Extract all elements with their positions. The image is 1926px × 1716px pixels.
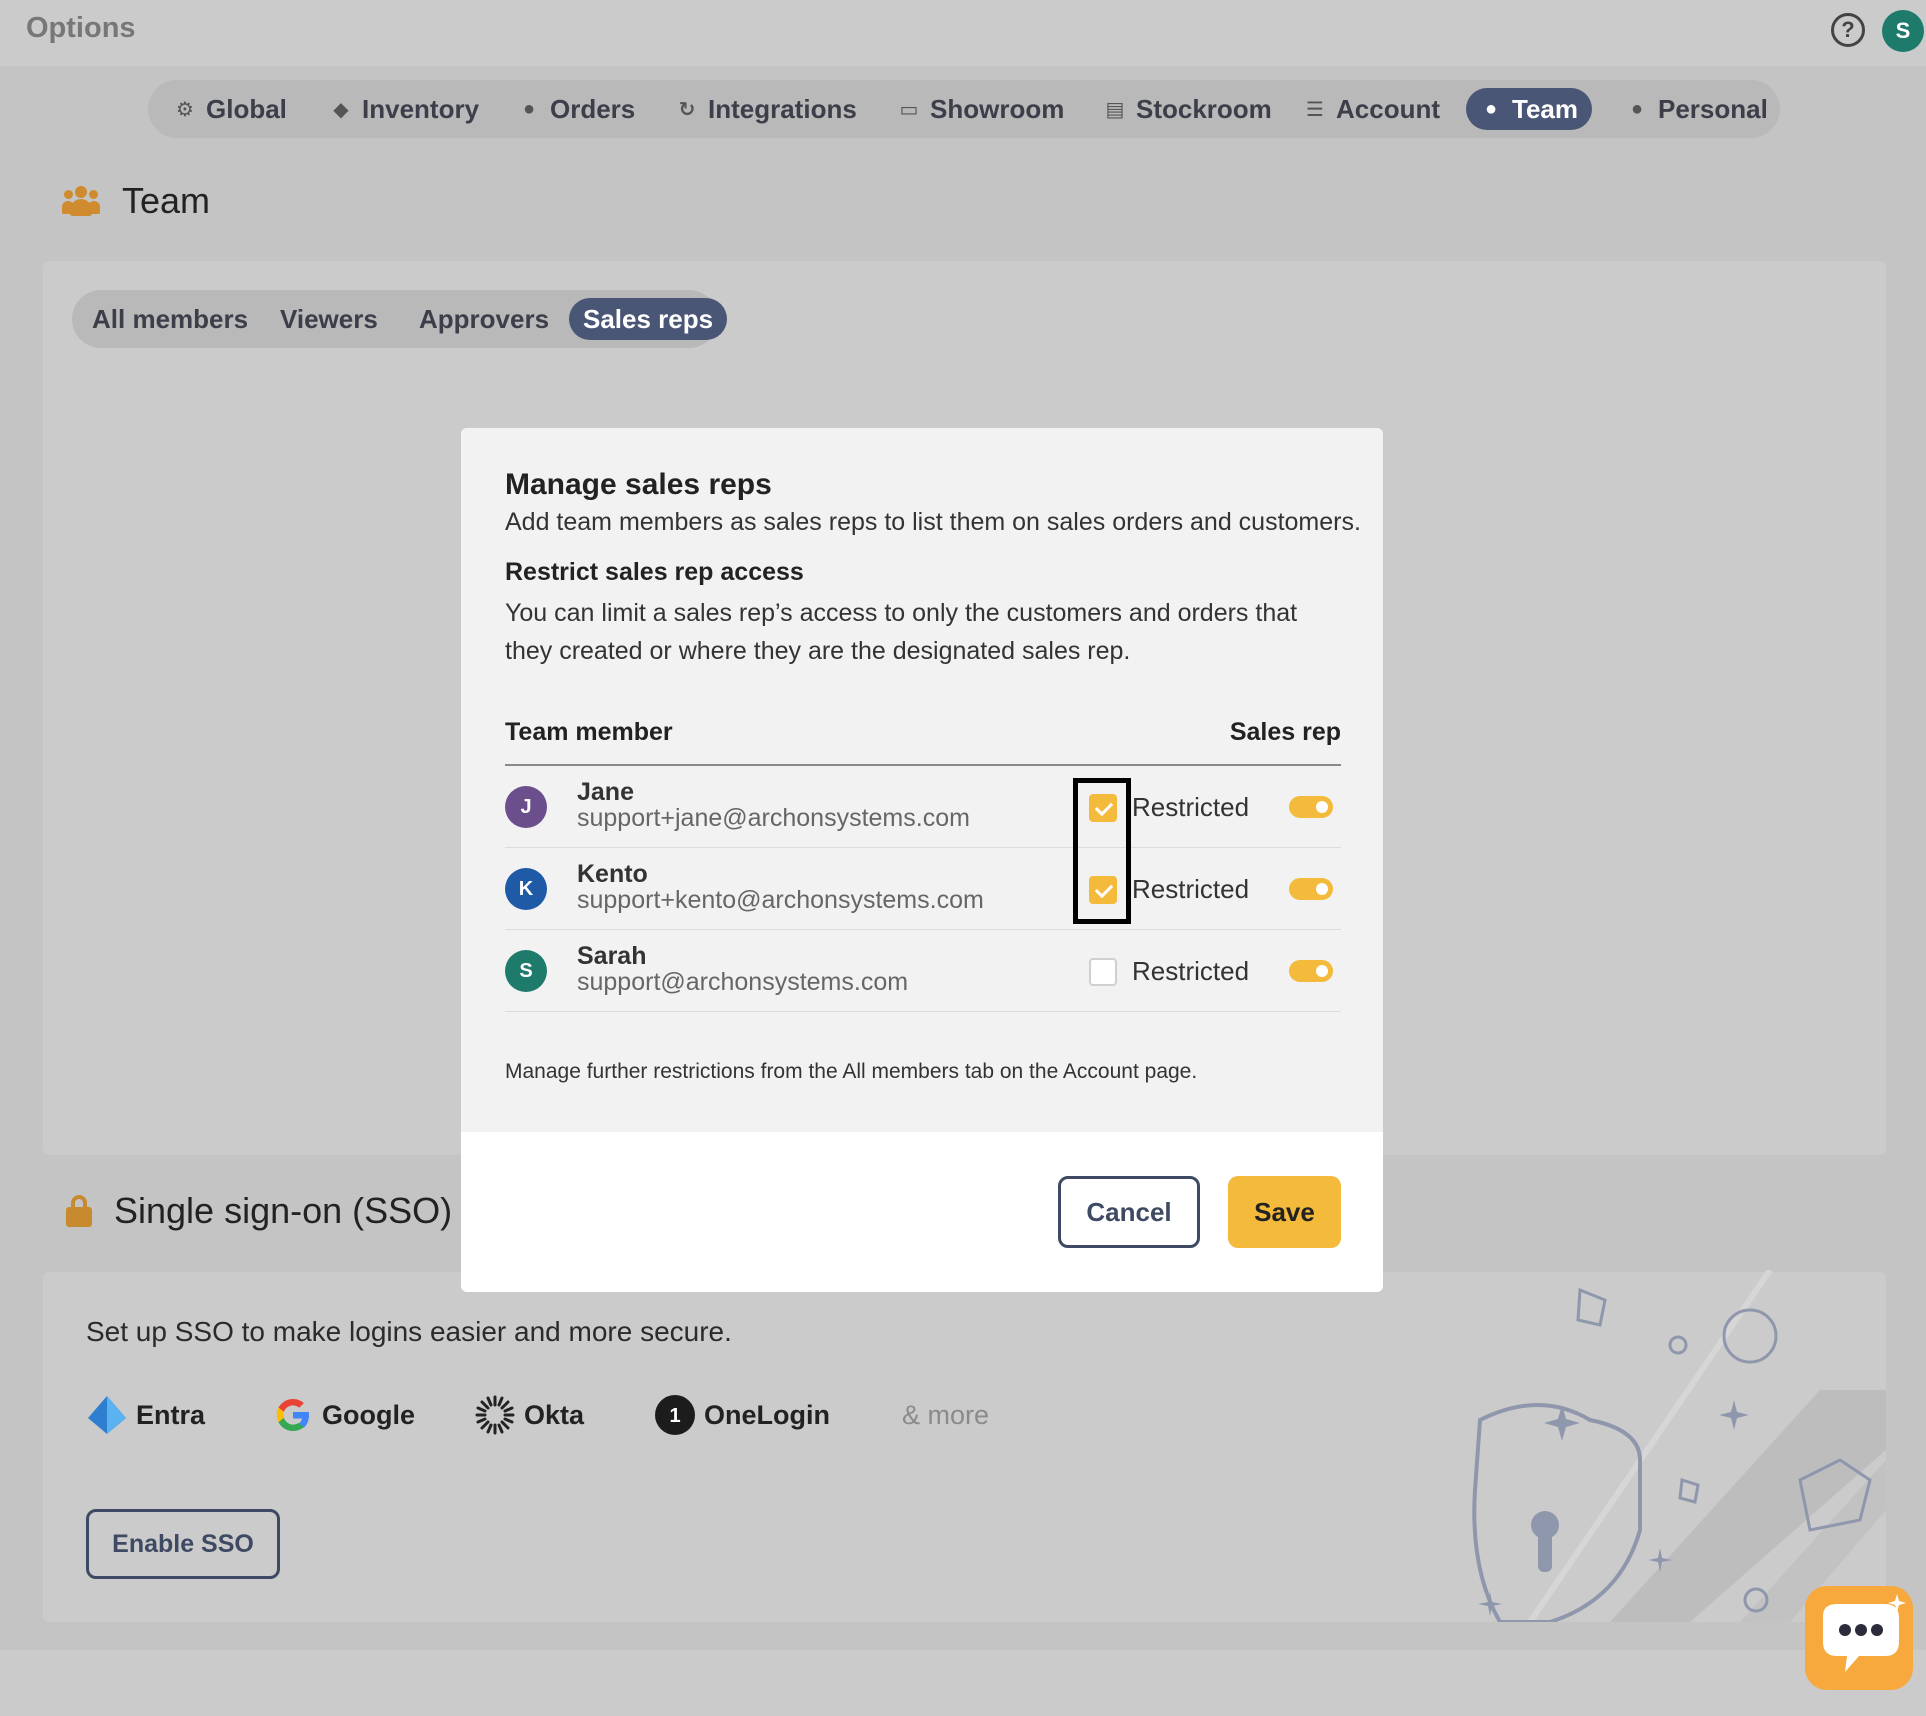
sso-title: Single sign-on (SSO): [114, 1190, 453, 1231]
bottom-strip: [0, 1650, 1926, 1716]
tab-orders[interactable]: ● Orders: [504, 88, 649, 130]
top-bar: Options ? S: [0, 0, 1926, 66]
laptop-icon: ▭: [899, 98, 919, 121]
box-icon: ◆: [333, 98, 349, 121]
member-email: support+kento@archonsystems.com: [577, 886, 984, 914]
chat-bubble-icon: [1823, 1594, 1906, 1672]
team-subtabs: All members Viewers Approvers Sales reps: [72, 290, 728, 348]
shield-illustration-icon: [1472, 1270, 1886, 1622]
provider-onelogin: 1 OneLogin: [654, 1392, 830, 1438]
provider-more: & more: [902, 1399, 990, 1430]
cancel-button[interactable]: Cancel: [1058, 1176, 1200, 1248]
provider-entra: Entra: [86, 1392, 205, 1438]
restricted-label: Restricted: [1132, 956, 1250, 986]
sso-description: Set up SSO to make logins easier and mor…: [86, 1316, 732, 1347]
lock-icon: [66, 1195, 92, 1227]
tab-showroom[interactable]: ▭ Showroom: [884, 88, 1078, 130]
member-row-kento: K Kento support+kento@archonsystems.com …: [505, 848, 1341, 930]
tab-integrations[interactable]: ↻ Integrations: [662, 88, 871, 130]
col-sales-rep: Sales rep: [1229, 718, 1341, 746]
provider-google: Google: [272, 1392, 415, 1438]
subtab-all-members[interactable]: All members: [78, 298, 262, 340]
member-row-sarah: S Sarah support@archonsystems.com Restri…: [505, 930, 1341, 1012]
member-name: Sarah: [577, 942, 647, 970]
avatar: S: [505, 950, 547, 992]
gear-icon: ⚙: [176, 98, 194, 121]
tab-account[interactable]: ☰ Account: [1290, 88, 1454, 130]
subtab-sales-reps[interactable]: Sales reps: [569, 298, 728, 340]
tab-stockroom[interactable]: ▤ Stockroom: [1090, 88, 1286, 130]
subtab-approvers[interactable]: Approvers: [405, 298, 563, 340]
modal-body: Manage sales reps Add team members as sa…: [461, 428, 1383, 1132]
options-nav: ⚙ Global ◆ Inventory ● Orders ↻ Integrations…: [148, 80, 1780, 138]
dollar-icon: ●: [522, 97, 536, 120]
restricted-label: Restricted: [1132, 792, 1250, 822]
sales-rep-toggle[interactable]: [1289, 960, 1333, 982]
okta-logo-icon: [474, 1394, 516, 1436]
team-title: Team: [122, 180, 211, 221]
tab-global[interactable]: ⚙ Global: [160, 88, 301, 130]
member-email: support+jane@archonsystems.com: [577, 804, 970, 832]
modal-subtitle: Add team members as sales reps to list t…: [505, 508, 1361, 536]
col-team-member: Team member: [505, 718, 673, 746]
app-title: Options: [26, 12, 136, 44]
member-name: Jane: [577, 778, 634, 806]
team-heading: Team: [62, 180, 210, 222]
entra-logo-icon: [86, 1394, 128, 1436]
provider-okta: Okta: [474, 1392, 584, 1438]
modal-title: Manage sales reps: [505, 468, 772, 501]
person-icon: ●: [1630, 97, 1644, 120]
sliders-icon: ☰: [1306, 98, 1324, 121]
modal-note: Manage further restrictions from the All…: [505, 1060, 1198, 1083]
sales-rep-toggle[interactable]: [1289, 878, 1333, 900]
shelf-icon: ▤: [1105, 98, 1125, 121]
member-name: Kento: [577, 860, 648, 888]
avatar: J: [505, 786, 547, 828]
svg-text:1: 1: [669, 1405, 680, 1427]
onelogin-logo-icon: 1: [654, 1394, 696, 1436]
member-row-jane: J Jane support+jane@archonsystems.com Re…: [505, 766, 1341, 848]
restrict-text: You can limit a sales rep’s access to on…: [505, 599, 1298, 665]
subtab-viewers[interactable]: Viewers: [266, 298, 392, 340]
sales-rep-toggle[interactable]: [1289, 796, 1333, 818]
users-icon: ●: [1484, 97, 1498, 120]
restricted-label: Restricted: [1132, 874, 1250, 904]
checkbox-highlight-box: [1073, 778, 1131, 924]
manage-sales-reps-modal: Manage sales reps Add team members as sa…: [461, 428, 1383, 1292]
enable-sso-button[interactable]: Enable SSO: [86, 1509, 280, 1579]
member-email: support@archonsystems.com: [577, 968, 909, 996]
restricted-checkbox[interactable]: [1089, 958, 1117, 986]
help-icon[interactable]: ?: [1831, 13, 1865, 47]
google-logo-icon: [272, 1394, 314, 1436]
team-icon: [62, 186, 100, 216]
tab-team[interactable]: ● Team: [1466, 88, 1592, 130]
avatar: K: [505, 868, 547, 910]
save-button[interactable]: Save: [1228, 1176, 1341, 1248]
tab-inventory[interactable]: ◆ Inventory: [316, 88, 493, 130]
user-avatar[interactable]: S: [1882, 10, 1924, 52]
sso-heading: Single sign-on (SSO): [66, 1190, 452, 1232]
sync-icon: ↻: [678, 98, 696, 121]
restrict-heading: Restrict sales rep access: [505, 558, 804, 586]
chat-widget-button[interactable]: [1805, 1586, 1913, 1690]
tab-personal[interactable]: ● Personal: [1612, 88, 1782, 130]
